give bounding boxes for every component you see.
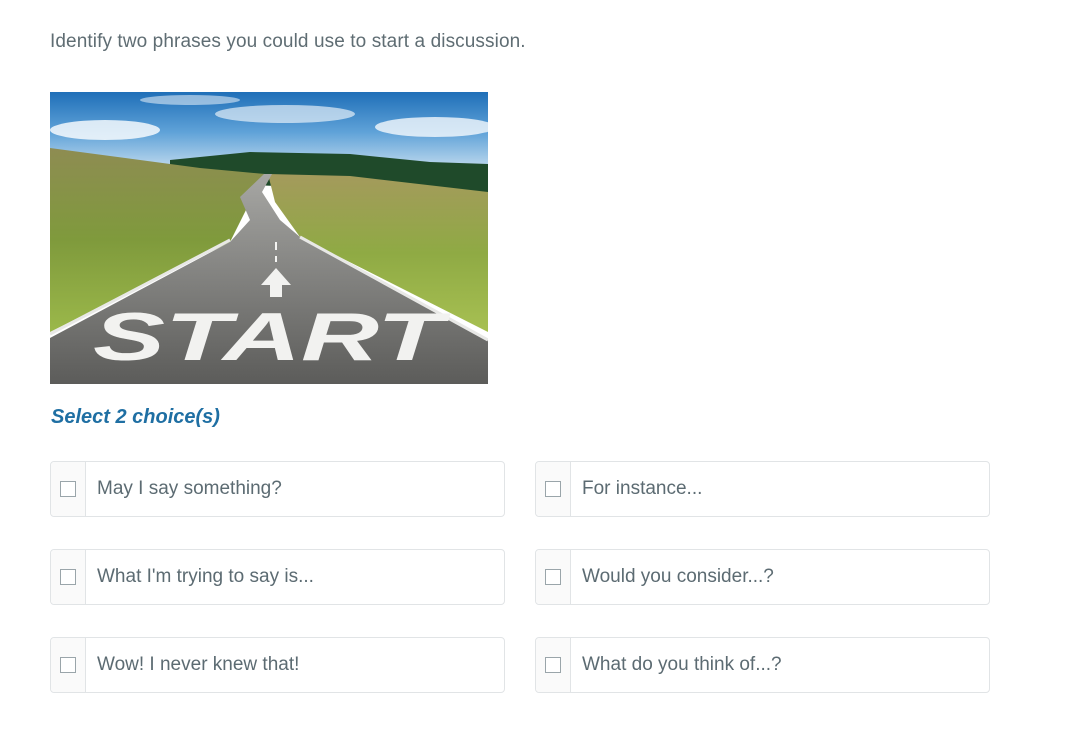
checkbox-cell[interactable] <box>51 462 86 516</box>
choice-option[interactable]: For instance... <box>535 461 990 517</box>
question-prompt: Identify two phrases you could use to st… <box>50 31 526 52</box>
checkbox[interactable] <box>545 481 561 497</box>
choice-option[interactable]: May I say something? <box>50 461 505 517</box>
checkbox[interactable] <box>60 481 76 497</box>
choice-option[interactable]: What do you think of...? <box>535 637 990 693</box>
checkbox[interactable] <box>60 657 76 673</box>
checkbox-cell[interactable] <box>51 550 86 604</box>
checkbox-cell[interactable] <box>51 638 86 692</box>
checkbox-cell[interactable] <box>536 638 571 692</box>
select-instruction: Select 2 choice(s) <box>51 406 220 428</box>
checkbox[interactable] <box>545 657 561 673</box>
checkbox-cell[interactable] <box>536 550 571 604</box>
choice-label[interactable]: For instance... <box>571 462 702 516</box>
choice-label[interactable]: May I say something? <box>86 462 282 516</box>
checkbox[interactable] <box>60 569 76 585</box>
choice-label[interactable]: Wow! I never knew that! <box>86 638 299 692</box>
choice-option[interactable]: Wow! I never knew that! <box>50 637 505 693</box>
choice-label[interactable]: What I'm trying to say is... <box>86 550 314 604</box>
checkbox[interactable] <box>545 569 561 585</box>
choice-label[interactable]: Would you consider...? <box>571 550 774 604</box>
choice-label[interactable]: What do you think of...? <box>571 638 782 692</box>
choice-grid: May I say something? For instance... Wha… <box>50 461 990 693</box>
choice-option[interactable]: Would you consider...? <box>535 549 990 605</box>
checkbox-cell[interactable] <box>536 462 571 516</box>
choice-option[interactable]: What I'm trying to say is... <box>50 549 505 605</box>
start-road-image: START <box>50 92 488 384</box>
start-road-text: START <box>93 299 451 375</box>
